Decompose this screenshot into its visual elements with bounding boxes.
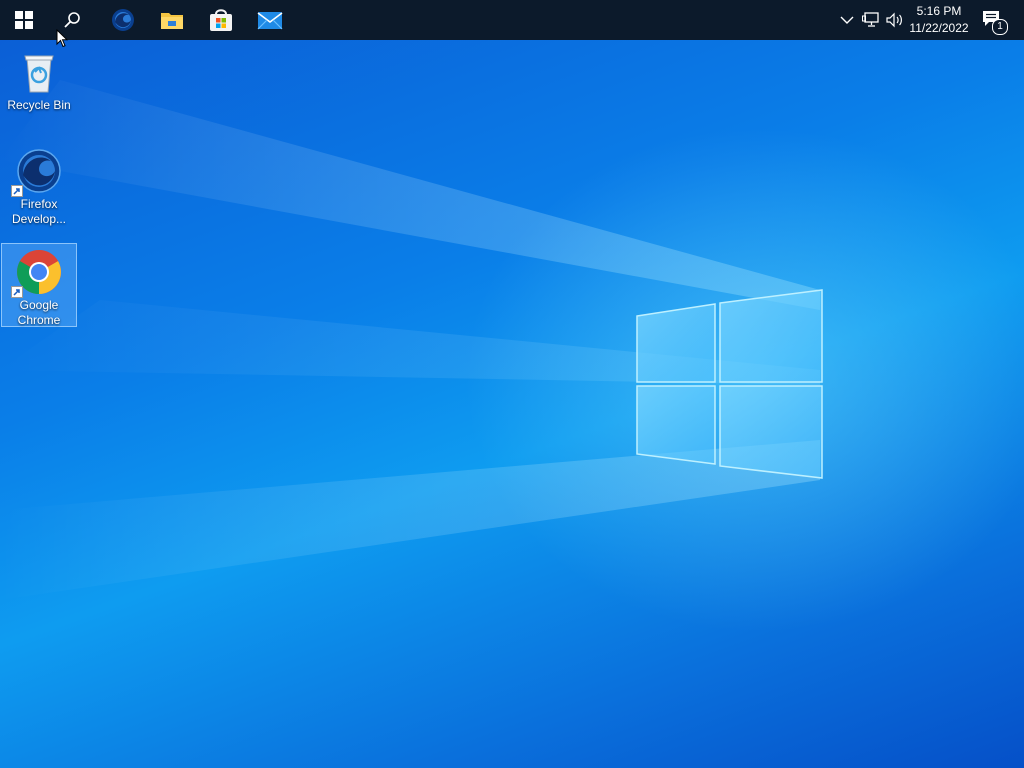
desktop[interactable]: Recycle Bin Firefox Develop... Google Ch… — [0, 40, 1024, 768]
windows-logo-icon — [15, 11, 33, 29]
taskbar-firefox-developer[interactable] — [99, 0, 147, 40]
wallpaper-windows-logo — [636, 289, 823, 479]
file-explorer-icon — [161, 13, 183, 29]
network-button[interactable] — [860, 10, 882, 30]
action-center-button[interactable]: 1 — [980, 8, 1008, 35]
taskbar-file-explorer[interactable] — [148, 0, 196, 40]
wallpaper-beams — [0, 80, 820, 600]
mail-icon — [257, 12, 283, 30]
chevron-up-icon — [840, 16, 854, 24]
shortcut-arrow-icon — [11, 185, 23, 197]
shortcut-arrow-icon — [11, 286, 23, 298]
clock-time: 5:16 PM — [916, 4, 962, 18]
desktop-icon-label: Recycle Bin — [7, 98, 71, 112]
taskbar-microsoft-store[interactable] — [197, 0, 245, 40]
desktop-icon-recycle-bin[interactable]: Recycle Bin — [1, 44, 77, 116]
recycle-bin-icon — [15, 48, 63, 96]
taskbar: 5:16 PM 11/22/2022 1 — [0, 0, 1024, 40]
clock-date: 11/22/2022 — [909, 21, 969, 35]
desktop-icon-label: Google Chrome — [17, 298, 61, 327]
start-button[interactable] — [0, 0, 48, 40]
taskbar-mail[interactable] — [246, 0, 294, 40]
mouse-cursor-icon — [56, 29, 68, 48]
desktop-icon-firefox-developer[interactable]: Firefox Develop... — [1, 143, 77, 229]
notification-count: 1 — [997, 21, 1003, 32]
chrome-icon — [11, 248, 63, 298]
clock-button[interactable]: 5:16 PM 11/22/2022 — [904, 3, 974, 37]
firefox-developer-icon — [11, 147, 63, 197]
desktop-icon-label: Firefox Develop... — [11, 197, 67, 226]
network-icon — [862, 12, 879, 27]
firefox-developer-icon — [112, 9, 134, 31]
notification-count-badge: 1 — [992, 19, 1008, 35]
microsoft-store-icon — [210, 9, 232, 31]
search-icon — [64, 12, 80, 28]
volume-button[interactable] — [884, 10, 906, 30]
show-hidden-icons-button[interactable] — [838, 10, 856, 30]
volume-icon — [886, 12, 902, 28]
desktop-icon-google-chrome[interactable]: Google Chrome — [1, 243, 77, 327]
